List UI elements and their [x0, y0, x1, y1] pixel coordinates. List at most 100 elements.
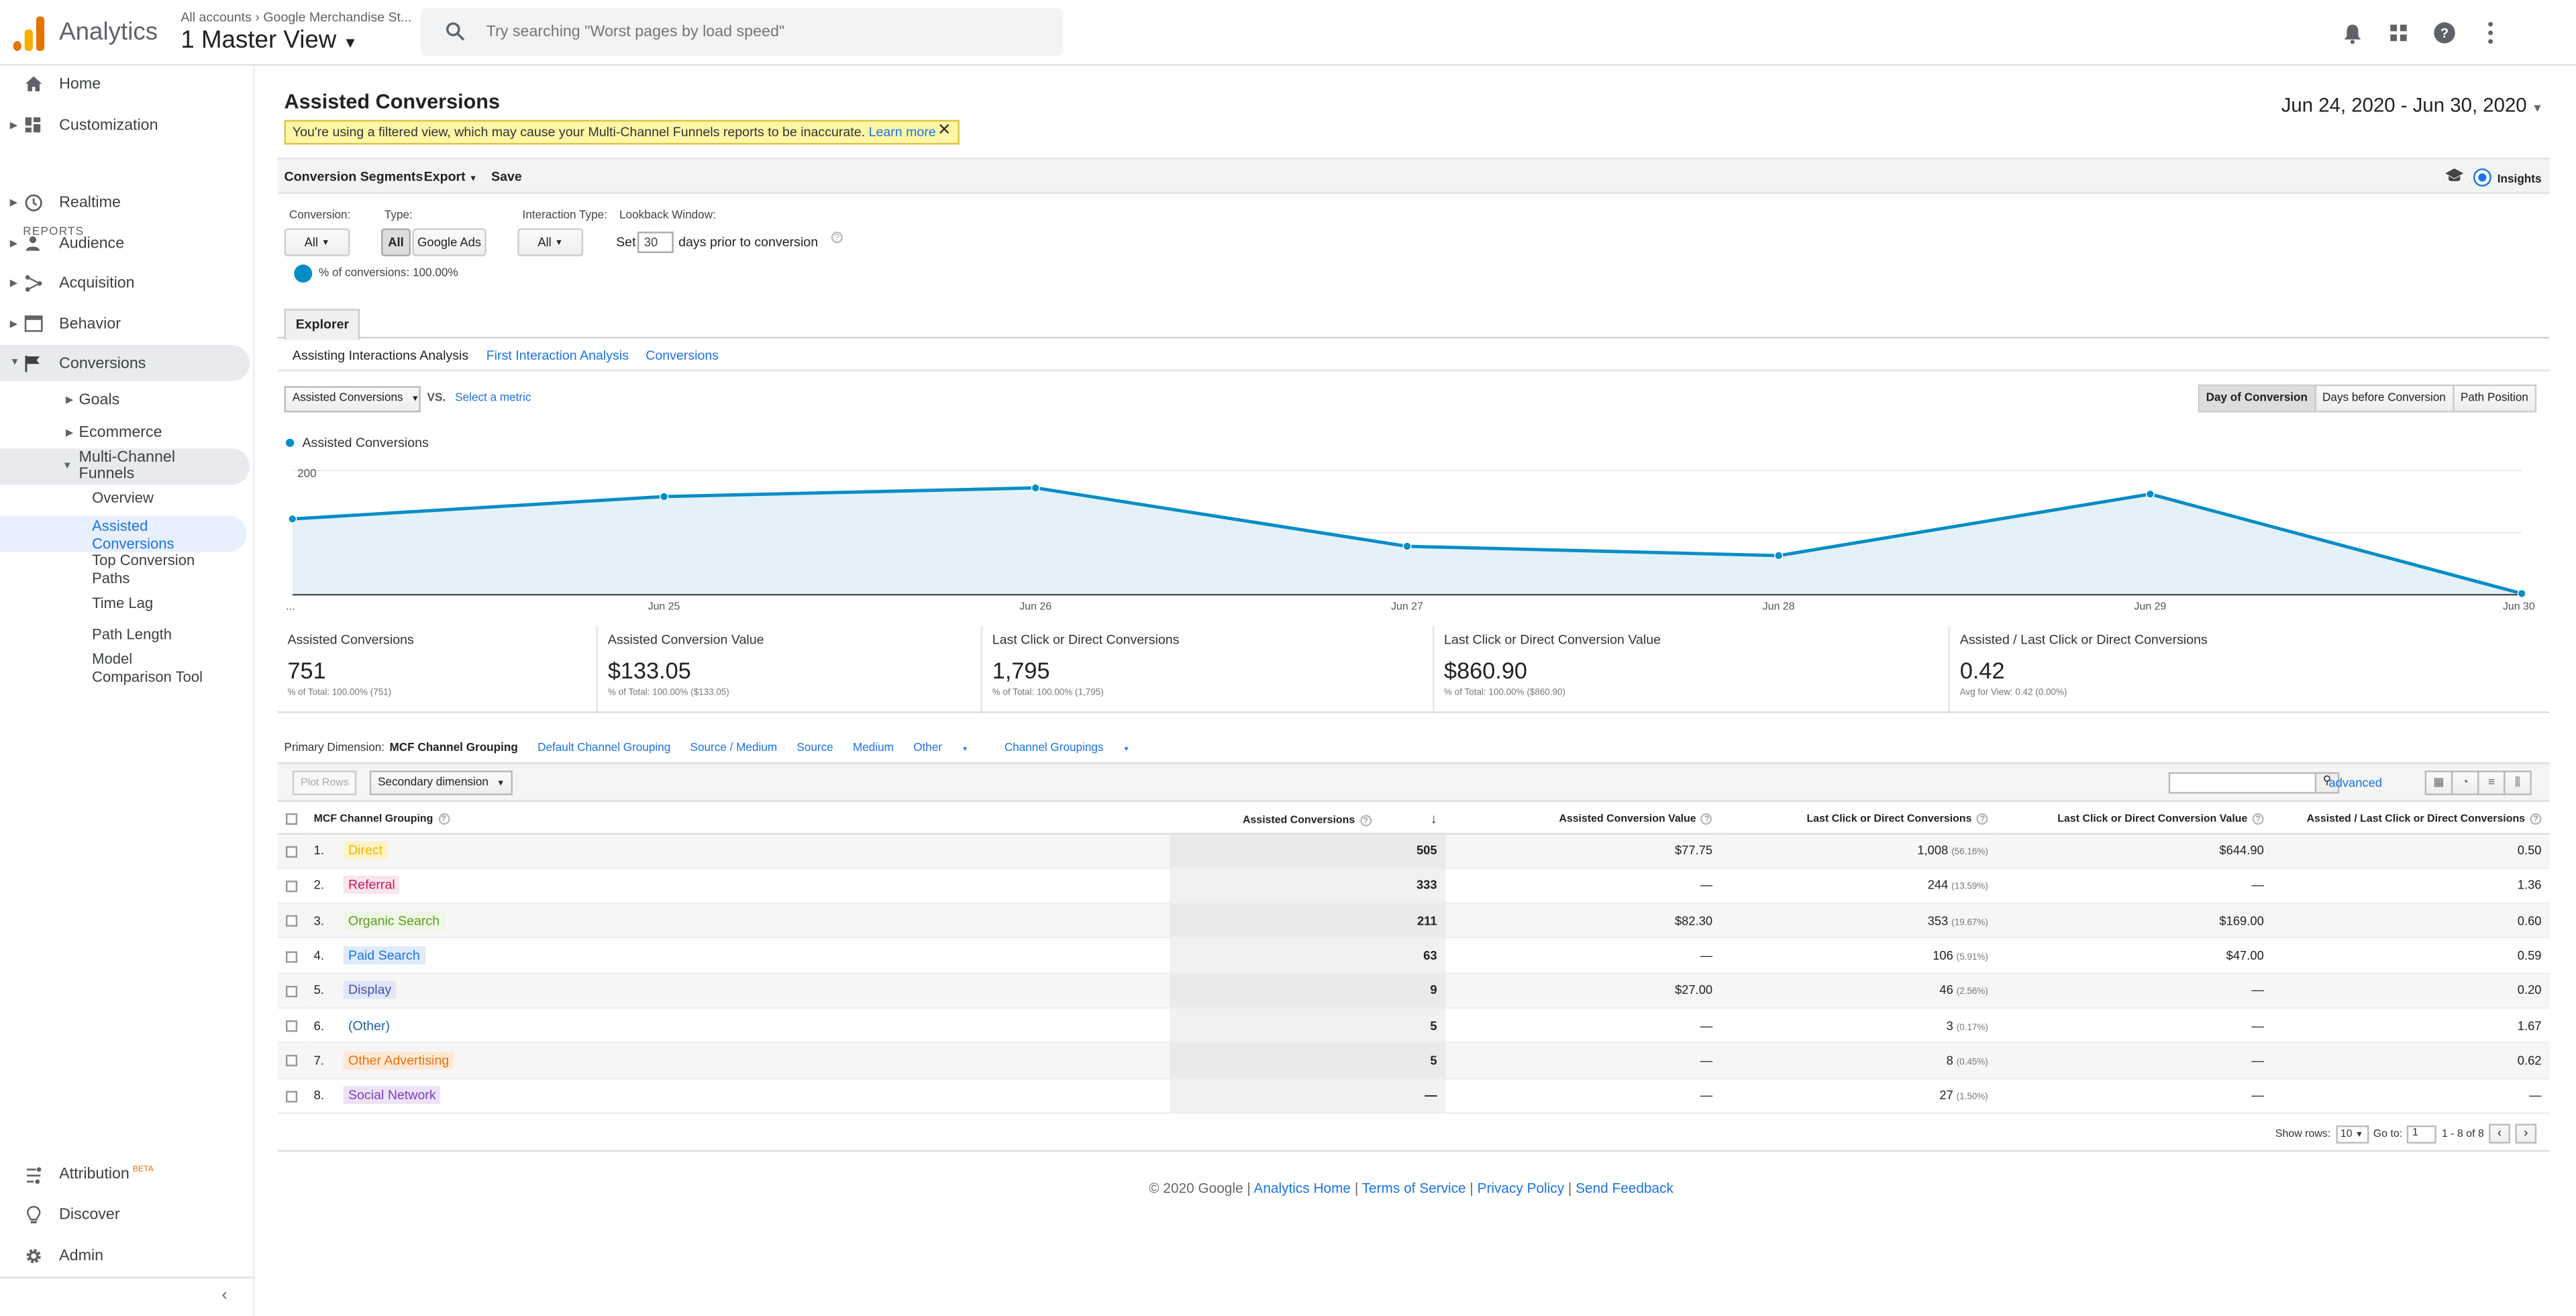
nav-attribution[interactable]: Attribution BETA	[0, 1157, 250, 1193]
data-point[interactable]	[1402, 542, 1412, 551]
interaction-type-dropdown[interactable]: All ▼	[517, 228, 584, 256]
close-icon[interactable]: ✕	[937, 121, 951, 140]
subtab-assisting-interactions[interactable]: Assisting Interactions Analysis	[293, 348, 468, 363]
nav-customization[interactable]: ▶ Customization	[0, 107, 250, 143]
footer-analytics-home-link[interactable]: Analytics Home	[1253, 1180, 1351, 1196]
help-icon[interactable]: ?	[2431, 19, 2457, 46]
bell-icon[interactable]	[2339, 19, 2365, 46]
nav-mcf-model-comparison[interactable]: Model Comparison Tool	[92, 651, 203, 685]
conversion-dropdown[interactable]: All ▼	[284, 228, 350, 256]
view-selector[interactable]: 1 Master View ▼	[181, 26, 358, 54]
row-checkbox-cell[interactable]	[277, 938, 306, 974]
performance-view-icon[interactable]: ≡	[2477, 770, 2506, 795]
collapse-sidebar-icon[interactable]: ‹	[222, 1286, 227, 1305]
help-icon[interactable]: ?	[1359, 814, 1372, 826]
table-row[interactable]: 4. Paid Search 63—106 (5.91%) $47.00 0.59	[277, 938, 2550, 974]
pie-view-icon[interactable]: ◔	[2451, 770, 2479, 795]
search-bar[interactable]: Try searching "Worst pages by load speed…	[420, 8, 1064, 56]
row-checkbox[interactable]	[286, 1091, 298, 1103]
date-range-picker[interactable]: Jun 24, 2020 - Jun 30, 2020 ▼	[2281, 94, 2543, 117]
help-icon[interactable]: ?	[1976, 813, 1988, 825]
scorecard[interactable]: Assisted Conversion Value $133.05 % of Tot…	[596, 625, 981, 713]
type-google-ads-button[interactable]: Google Ads	[412, 228, 486, 256]
conversion-segments-button[interactable]: Conversion Segments	[285, 169, 423, 184]
select-metric-link[interactable]: Select a metric	[455, 393, 531, 404]
more-vert-icon[interactable]	[2477, 19, 2504, 46]
select-all-checkbox[interactable]	[286, 813, 298, 825]
table-view-icon[interactable]: ▦	[2424, 770, 2453, 795]
channel-link[interactable]: (Other)	[344, 1017, 395, 1035]
nav-realtime[interactable]: ▶ Realtime	[0, 184, 250, 220]
apps-grid-icon[interactable]	[2385, 19, 2412, 46]
table-row[interactable]: 8. Social Network — —27 (1.50%) — —	[277, 1078, 2550, 1114]
table-row[interactable]: 2. Referral 333—244 (13.59%) —1.36	[277, 868, 2550, 904]
dim-source-medium[interactable]: Source / Medium	[690, 743, 778, 754]
row-checkbox-cell[interactable]	[277, 833, 306, 869]
table-row[interactable]: 3. Organic Search 211 $82.30 353 (19.67%) $169…	[277, 903, 2550, 939]
select-all-checkbox-cell[interactable]	[277, 805, 306, 834]
nav-goals[interactable]: ▶ Goals	[0, 381, 250, 417]
row-checkbox[interactable]	[286, 1055, 298, 1068]
row-checkbox-cell[interactable]	[277, 903, 306, 939]
dim-channel-groupings-dropdown[interactable]: Channel Groupings ▼	[1004, 743, 1146, 754]
line-chart[interactable]: 200100...Jun 25Jun 26Jun 27Jun 28Jun 29J…	[278, 454, 2550, 615]
channel-link[interactable]: Direct	[343, 841, 388, 860]
table-row[interactable]: 7. Other Advertising 5—8 (0.45%) —0.62	[277, 1043, 2550, 1079]
col-header-last-click[interactable]: Last Click or Direct Conversions?	[1720, 805, 1997, 834]
table-row[interactable]: 5. Display 9 $27.00 46 (2.56%) —0.20	[277, 972, 2550, 1009]
metric-selector[interactable]: Assisted Conversions ▼	[284, 386, 421, 413]
nav-multi-channel-funnels[interactable]: ▼ Multi-Channel Funnels	[0, 448, 250, 485]
sort-arrow-down-icon[interactable]: ↓	[1431, 811, 1437, 826]
col-header-channel[interactable]: MCF Channel Grouping?	[305, 805, 1170, 834]
comparison-view-icon[interactable]: ⫼	[2504, 770, 2532, 795]
day-of-conversion-button[interactable]: Day of Conversion	[2198, 384, 2316, 413]
channel-link[interactable]: Referral	[343, 876, 401, 895]
days-before-conversion-button[interactable]: Days before Conversion	[2314, 384, 2455, 413]
scorecard[interactable]: Last Click or Direct Conversion Value $86…	[1432, 625, 1949, 713]
table-row[interactable]: 6. (Other) 5—3 (0.17%) —1.67	[277, 1007, 2550, 1044]
footer-privacy-link[interactable]: Privacy Policy	[1478, 1180, 1565, 1196]
learn-more-link[interactable]: Learn more	[869, 125, 936, 140]
save-button[interactable]: Save	[491, 169, 522, 184]
help-icon[interactable]: ?	[2252, 813, 2264, 825]
scorecard[interactable]: Last Click or Direct Conversions 1,795 % o…	[980, 625, 1433, 713]
nav-mcf-overview[interactable]: Overview	[92, 490, 154, 507]
row-checkbox-cell[interactable]	[277, 868, 306, 904]
nav-mcf-path-length[interactable]: Path Length	[92, 626, 172, 644]
subtab-conversions[interactable]: Conversions	[646, 348, 719, 363]
data-point[interactable]	[2145, 489, 2155, 499]
nav-conversions[interactable]: ▼ Conversions	[0, 345, 250, 382]
col-header-assisted[interactable]: Assisted Conversions? ↓	[1170, 805, 1445, 834]
data-point[interactable]	[288, 514, 297, 523]
secondary-dimension-dropdown[interactable]: Secondary dimension ▼	[369, 770, 513, 795]
help-icon[interactable]: ?	[831, 232, 843, 244]
dim-source[interactable]: Source	[796, 743, 833, 754]
help-icon[interactable]: ?	[2530, 813, 2542, 825]
nav-mcf-assisted-conversions[interactable]: Assisted Conversions	[0, 515, 247, 552]
col-header-assisted-value[interactable]: Assisted Conversion Value?	[1445, 805, 1721, 834]
advanced-filter-link[interactable]: advanced	[2328, 776, 2382, 791]
nav-acquisition[interactable]: ▶ Acquisition	[0, 264, 250, 301]
help-icon[interactable]: ?	[437, 813, 450, 825]
plot-rows-button[interactable]: Plot Rows	[292, 770, 357, 795]
prev-page-icon[interactable]: ‹	[2489, 1123, 2511, 1144]
lookback-days-input[interactable]: 30	[637, 232, 674, 254]
scorecard[interactable]: Assisted / Last Click or Direct Conversi…	[1948, 625, 2543, 713]
dim-default-channel-grouping[interactable]: Default Channel Grouping	[537, 743, 670, 754]
col-header-ratio[interactable]: Assisted / Last Click or Direct Conversi…	[2272, 805, 2550, 834]
graduation-cap-icon[interactable]	[2444, 168, 2464, 187]
next-page-icon[interactable]: ›	[2515, 1123, 2537, 1144]
analytics-logo[interactable]	[13, 15, 46, 51]
account-breadcrumb[interactable]: All accounts › Google Merchandise St...	[181, 10, 411, 25]
nav-audience[interactable]: ▶ Audience	[0, 225, 250, 261]
row-checkbox[interactable]	[286, 846, 298, 858]
type-all-button[interactable]: All	[381, 228, 411, 256]
data-point[interactable]	[659, 492, 669, 501]
data-point[interactable]	[1031, 483, 1040, 493]
nav-admin[interactable]: Admin	[0, 1237, 250, 1274]
channel-link[interactable]: Social Network	[343, 1086, 442, 1105]
path-position-button[interactable]: Path Position	[2452, 384, 2537, 413]
tab-explorer[interactable]: Explorer	[284, 309, 361, 340]
dim-other-dropdown[interactable]: Other ▼	[913, 743, 984, 754]
row-checkbox-cell[interactable]	[277, 972, 306, 1009]
